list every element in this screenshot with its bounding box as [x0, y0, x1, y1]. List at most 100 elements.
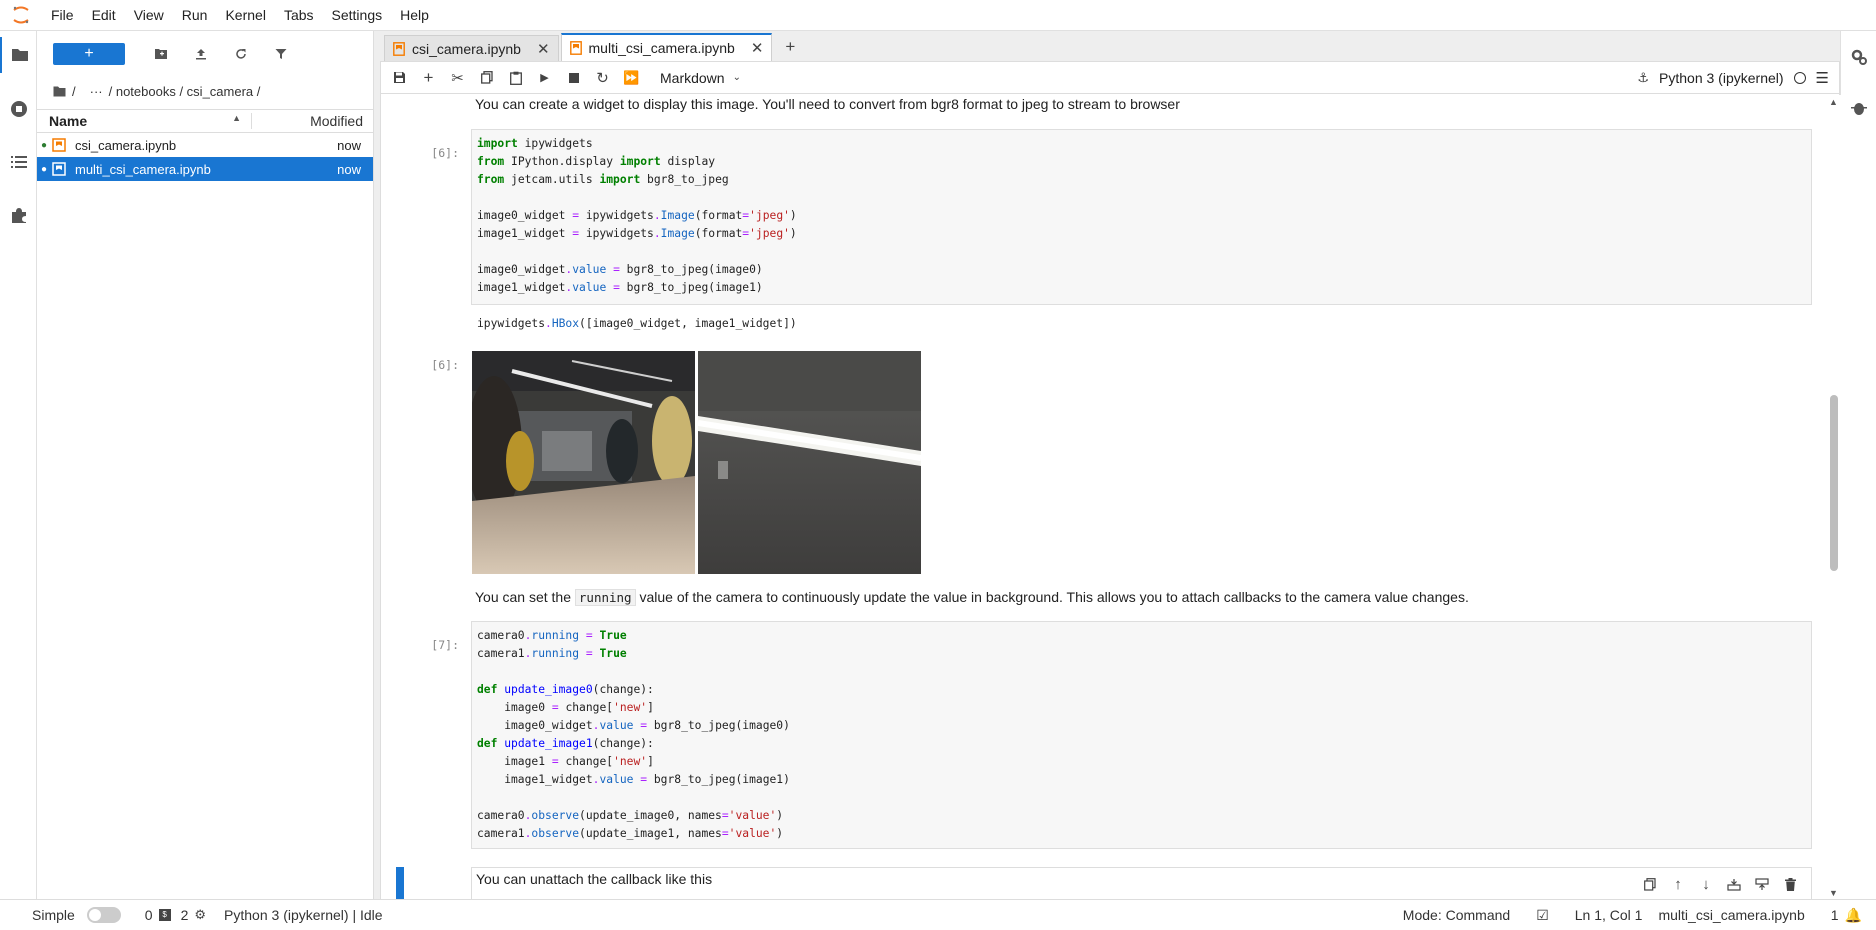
- restart-button[interactable]: ↻: [588, 64, 617, 92]
- arrow-down-icon: ↓: [1702, 876, 1710, 893]
- new-folder-button[interactable]: [143, 40, 179, 68]
- table-of-contents-tab[interactable]: [0, 144, 37, 180]
- file-browser-panel: + / ··· / notebooks / csi_camera / Name: [37, 31, 374, 899]
- statusbar-right: Mode: Command ☑ Ln 1, Col 1 multi_csi_ca…: [1403, 907, 1876, 924]
- insert-below-icon: [1755, 878, 1769, 890]
- tab-csi-camera[interactable]: csi_camera.ipynb ✕: [384, 35, 559, 61]
- kernel-name[interactable]: Python 3 (ipykernel): [1659, 70, 1784, 86]
- name-column-header[interactable]: Name ▲: [37, 113, 252, 129]
- restart-run-all-button[interactable]: ⏩: [617, 64, 646, 92]
- simple-mode-toggle[interactable]: Simple: [32, 907, 121, 923]
- toggle-switch[interactable]: [86, 907, 121, 923]
- statusbar: Simple 0 $ 2 ⚙ Python 3 (ipykernel) | Id…: [0, 899, 1876, 930]
- simple-label: Simple: [32, 907, 75, 923]
- main-dock-area: csi_camera.ipynb ✕ multi_csi_camera.ipyn…: [380, 31, 1841, 900]
- notifications-count: 1: [1830, 907, 1839, 923]
- tab-multi-csi-camera[interactable]: multi_csi_camera.ipynb ✕: [560, 33, 773, 61]
- right-activity-bar: [1840, 31, 1876, 899]
- markdown-cell[interactable]: You can set the running value of the cam…: [475, 589, 1469, 606]
- breadcrumb: / ··· / notebooks / csi_camera /: [37, 77, 373, 105]
- kernel-status-circle-icon: [1793, 71, 1806, 84]
- breadcrumb-path[interactable]: / notebooks / csi_camera /: [109, 84, 261, 99]
- breadcrumb-ellipsis[interactable]: ···: [90, 84, 103, 99]
- copy-button[interactable]: [472, 64, 501, 92]
- paste-button[interactable]: [501, 64, 530, 92]
- file-name: csi_camera.ipynb: [75, 137, 177, 153]
- modified-column-header[interactable]: Modified: [252, 113, 373, 129]
- kernel-area: ⚓ Python 3 (ipykernel) ☰: [1637, 69, 1839, 87]
- close-icon[interactable]: ✕: [751, 39, 764, 57]
- move-down-button[interactable]: ↓: [1695, 874, 1717, 896]
- menu-file[interactable]: File: [42, 0, 83, 31]
- list-icon: [10, 156, 27, 168]
- insert-below-button[interactable]: [1751, 874, 1773, 896]
- duplicate-cell-button[interactable]: [1639, 874, 1661, 896]
- extensions-tab[interactable]: [0, 197, 37, 233]
- property-inspector-tab[interactable]: [1841, 39, 1876, 75]
- play-icon: ▶: [540, 72, 549, 84]
- bug-icon[interactable]: ⚓: [1637, 70, 1649, 86]
- move-up-button[interactable]: ↑: [1667, 874, 1689, 896]
- notebook-toolbar: + ✂ ▶ ↻ ⏩ Markdown ⌄ ⚓ Python 3 (ipykern…: [381, 62, 1839, 94]
- debugger-tab[interactable]: [1841, 90, 1876, 126]
- new-launcher-button[interactable]: +: [53, 43, 125, 65]
- code-cell-7[interactable]: camera0.running = True camera1.running =…: [471, 621, 1812, 849]
- interrupt-button[interactable]: [559, 64, 588, 92]
- insert-cell-button[interactable]: +: [414, 64, 443, 92]
- kernel-status[interactable]: Python 3 (ipykernel) | Idle: [224, 907, 383, 923]
- delete-cell-button[interactable]: [1779, 874, 1801, 896]
- menu-kernel[interactable]: Kernel: [216, 0, 274, 31]
- menu-view[interactable]: View: [125, 0, 173, 31]
- filter-button[interactable]: [263, 40, 299, 68]
- save-button[interactable]: [385, 64, 414, 92]
- menu-run[interactable]: Run: [173, 0, 217, 31]
- menu-edit[interactable]: Edit: [83, 0, 125, 31]
- add-tab-button[interactable]: +: [778, 35, 802, 59]
- name-header-label: Name: [49, 113, 88, 129]
- running-sessions-tab[interactable]: [0, 91, 37, 127]
- scissors-icon: ✂: [451, 69, 464, 87]
- cell-type-select[interactable]: Markdown ⌄: [660, 70, 741, 86]
- tab-label: multi_csi_camera.ipynb: [588, 40, 735, 56]
- terminals-count[interactable]: 0 $: [145, 907, 171, 923]
- input-prompt: [6]:: [431, 146, 459, 160]
- shield-check-icon[interactable]: ☑: [1536, 907, 1549, 924]
- cursor-position[interactable]: Ln 1, Col 1: [1575, 907, 1643, 923]
- stop-icon: [568, 72, 579, 83]
- terminals-count-value: 0: [144, 907, 153, 923]
- kernels-count[interactable]: 2 ⚙: [181, 907, 206, 923]
- file-browser-tab[interactable]: [0, 37, 37, 73]
- run-button[interactable]: ▶: [530, 64, 559, 92]
- notifications[interactable]: 1 🔔: [1831, 907, 1862, 924]
- scrollbar-thumb[interactable]: [1830, 395, 1838, 571]
- active-markdown-cell[interactable]: You can unattach the callback like this …: [471, 867, 1812, 900]
- menu-tabs[interactable]: Tabs: [275, 0, 323, 31]
- breadcrumb-root[interactable]: /: [72, 84, 76, 99]
- scroll-down-arrow-icon[interactable]: ▼: [1829, 888, 1838, 898]
- cut-button[interactable]: ✂: [443, 64, 472, 92]
- file-list-header: Name ▲ Modified: [37, 109, 373, 133]
- file-item[interactable]: ● csi_camera.ipynb now: [37, 133, 373, 157]
- upload-icon: [196, 49, 206, 60]
- refresh-button[interactable]: [223, 40, 259, 68]
- refresh-icon: [236, 49, 246, 59]
- scroll-up-arrow-icon[interactable]: ▲: [1829, 97, 1838, 107]
- folder-icon: [11, 49, 28, 61]
- markdown-cell[interactable]: You can create a widget to display this …: [475, 96, 1180, 112]
- document-tab-bar: csi_camera.ipynb ✕ multi_csi_camera.ipyn…: [380, 31, 1840, 61]
- md-text: You can set the: [475, 589, 572, 605]
- upload-button[interactable]: [183, 40, 219, 68]
- close-icon[interactable]: ✕: [537, 40, 550, 58]
- menu-icon[interactable]: ☰: [1816, 69, 1829, 87]
- cell-toolbar: ↑ ↓: [1639, 868, 1801, 900]
- menu-help[interactable]: Help: [391, 0, 438, 31]
- new-folder-icon: [155, 49, 167, 59]
- insert-above-button[interactable]: [1723, 874, 1745, 896]
- code-cell-6[interactable]: import ipywidgets from IPython.display i…: [471, 129, 1812, 330]
- running-dot-icon: ●: [41, 139, 48, 151]
- paste-icon: [509, 71, 522, 85]
- file-item-selected[interactable]: ● multi_csi_camera.ipynb now: [37, 157, 373, 181]
- folder-icon[interactable]: [53, 86, 66, 97]
- menu-settings[interactable]: Settings: [323, 0, 392, 31]
- tab-label: csi_camera.ipynb: [412, 40, 521, 57]
